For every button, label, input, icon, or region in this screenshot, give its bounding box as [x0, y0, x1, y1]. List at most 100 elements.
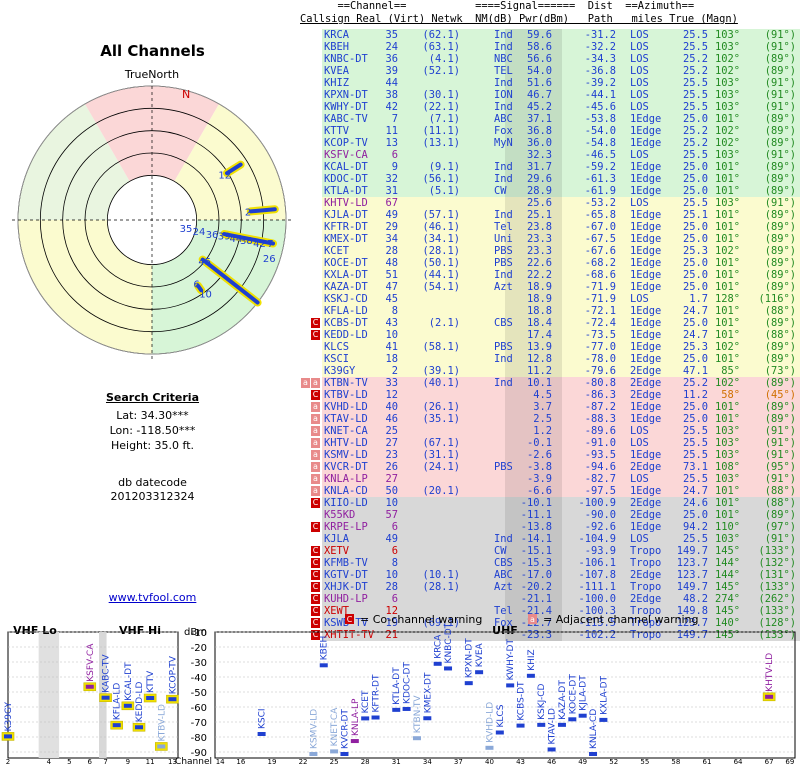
- table-row[interactable]: KCAL-DT 9 (9.1) Ind 31.7 -59.2 1Edge 25.0 101° (8…: [300, 161, 800, 173]
- panel-label: VHF Lo: [13, 624, 57, 637]
- table-row[interactable]: KPXN-DT 38 (30.1) ION 46.7 -44.1 LOS 25.5 103° (9…: [300, 89, 800, 101]
- table-row[interactable]: C KGTV-DT 10 (10.1) ABC -17.0 -107.8 2Edge 123.7…: [300, 569, 800, 581]
- cell-call: KGTV-DT: [324, 569, 368, 581]
- cell-pwr: -46.5: [584, 149, 616, 161]
- cell-virt: (52.1): [422, 65, 460, 77]
- cell-pwr: -53.2: [584, 197, 616, 209]
- cell-pwr: -97.5: [584, 485, 616, 497]
- cell-nm: 51.6: [526, 77, 552, 89]
- y-tick-label: -50: [191, 688, 207, 699]
- cell-net: Azt: [494, 281, 513, 293]
- cell-az: 102°: [714, 245, 740, 257]
- table-row[interactable]: C KIIO-LD 10 -10.1 -100.9 2Edge 24.6 101° (88°): [300, 497, 800, 509]
- table-row[interactable]: KABC-TV 7 (7.1) ABC 37.1 -53.8 1Edge 25.0 101° (8…: [300, 113, 800, 125]
- table-row[interactable]: KSFV-CA 6 32.3 -46.5 LOS 25.5 103° (91°): [300, 149, 800, 161]
- left-panel: All Channels TrueNorth N 12 2 35 24 36 39 44 38 42…: [0, 0, 305, 620]
- x-tick-label: 11: [146, 758, 155, 766]
- table-row[interactable]: KLCS 41 (58.1) PBS 13.9 -77.0 1Edge 25.3 102° (89…: [300, 341, 800, 353]
- table-row[interactable]: C KUHD-LP 6 -21.1 -100.0 2Edge 48.2 274° (262°): [300, 593, 800, 605]
- table-row[interactable]: a a KTBN-TV 33 (40.1) Ind 10.1 -80.8 2Edge 25.2 10…: [300, 377, 800, 389]
- cell-nm: 18.8: [526, 305, 552, 317]
- station-label: KCBS-DT: [517, 681, 527, 721]
- table-row[interactable]: KTTV 11 (11.1) Fox 36.8 -54.0 1Edge 25.2 102° (89…: [300, 125, 800, 137]
- cell-call: KWHY-DT: [324, 101, 368, 113]
- adjacent-warning-icon: a: [311, 414, 320, 424]
- table-row[interactable]: KTLA-DT 31 (5.1) CW 28.9 -61.9 1Edge 25.0 101° (8…: [300, 185, 800, 197]
- table-row[interactable]: a KNLA-LP 27 -3.9 -82.7 LOS 25.5 103° (91°): [300, 473, 800, 485]
- cell-call: KSFV-CA: [324, 149, 368, 161]
- table-row[interactable]: KJLA 49 Ind -14.1 -104.9 LOS 25.5 103° (91°): [300, 533, 800, 545]
- cell-dist: 25.0: [682, 401, 708, 413]
- cell-net: ABC: [494, 569, 513, 581]
- table-row[interactable]: KVEA 39 (52.1) TEL 54.0 -36.8 LOS 25.2 102° (89°): [300, 65, 800, 77]
- cell-nm: 18.9: [526, 293, 552, 305]
- table-row[interactable]: KMEX-DT 34 (34.1) Uni 23.3 -67.5 1Edge 25.0 101°…: [300, 233, 800, 245]
- radar-channel-label: 42: [253, 239, 266, 250]
- cell-path: 1Edge: [630, 449, 662, 461]
- station-bar: [4, 734, 12, 739]
- table-row[interactable]: a KNET-CA 25 1.2 -89.6 LOS 25.5 103° (91°): [300, 425, 800, 437]
- cell-az: 103°: [714, 533, 740, 545]
- table-row[interactable]: KCOP-TV 13 (13.1) MyN 36.0 -54.8 1Edge 25.2 102°…: [300, 137, 800, 149]
- table-row[interactable]: C KRPE-LP 6 -13.8 -92.6 1Edge 94.2 110° (97°): [300, 521, 800, 533]
- cell-mag: (91°): [764, 149, 796, 161]
- cell-mag: (45°): [764, 389, 796, 401]
- cell-virt: (40.1): [422, 377, 460, 389]
- table-row[interactable]: KJLA-DT 49 (57.1) Ind 25.1 -65.8 1Edge 25.1 101°…: [300, 209, 800, 221]
- cell-pwr: -54.8: [584, 137, 616, 149]
- table-row[interactable]: K55KD 57 -11.1 -90.0 2Edge 25.0 101° (89°): [300, 509, 800, 521]
- cell-dist: 25.0: [682, 161, 708, 173]
- table-row[interactable]: KXLA-DT 51 (44.1) Ind 22.2 -68.6 1Edge 25.0 101°…: [300, 269, 800, 281]
- table-row[interactable]: KHTV-LD 67 25.6 -53.2 LOS 25.5 103° (91°): [300, 197, 800, 209]
- table-row[interactable]: KWHY-DT 42 (22.1) Ind 45.2 -45.6 LOS 25.5 103° (9…: [300, 101, 800, 113]
- cell-pwr: -59.2: [584, 161, 616, 173]
- x-tick-label: 46: [547, 758, 556, 766]
- panel-label: VHF Hi: [119, 624, 161, 637]
- station-label: KLCS: [496, 704, 506, 727]
- cell-net: TEL: [494, 65, 513, 77]
- table-row[interactable]: KSCI 18 Ind 12.8 -78.0 1Edge 25.0 101° (89°): [300, 353, 800, 365]
- cell-mag: (91°): [764, 29, 796, 41]
- station-bar: [135, 725, 143, 730]
- table-row[interactable]: K39GY 2 (39.1) 11.2 -79.6 2Edge 47.1 85° (73°): [300, 365, 800, 377]
- cell-az: 101°: [714, 485, 740, 497]
- table-row[interactable]: KSKJ-CD 45 18.9 -71.9 LOS 1.7 128° (116°): [300, 293, 800, 305]
- table-row[interactable]: a KTAV-LD 46 (35.1) 2.5 -88.3 1Edge 25.0 101° (89…: [300, 413, 800, 425]
- tvfool-link[interactable]: www.tvfool.com: [0, 591, 305, 604]
- table-row[interactable]: C KTBV-LD 12 4.5 -86.3 2Edge 11.2 58° (45°): [300, 389, 800, 401]
- cell-az: 101°: [714, 221, 740, 233]
- cell-call: KUHD-LP: [324, 593, 368, 605]
- table-row[interactable]: a KVCR-DT 26 (24.1) PBS -3.8 -94.6 2Edge 73.1 108…: [300, 461, 800, 473]
- cell-net: ION: [494, 89, 513, 101]
- table-row[interactable]: C KCBS-DT 43 (2.1) CBS 18.4 -72.4 1Edge 25.0 101°…: [300, 317, 800, 329]
- x-tick-label: 14: [216, 758, 225, 766]
- station-label: KNET-CA: [330, 707, 340, 747]
- cell-real: 34: [385, 233, 398, 245]
- table-row[interactable]: C KEDD-LD 10 17.4 -73.5 1Edge 24.7 101° (88°): [300, 329, 800, 341]
- cell-dist: 25.0: [682, 113, 708, 125]
- cell-mag: (133°): [758, 581, 796, 593]
- table-row[interactable]: KOCE-DT 48 (50.1) PBS 22.6 -68.2 1Edge 25.0 101°…: [300, 257, 800, 269]
- table-row[interactable]: KNBC-DT 36 (4.1) NBC 56.6 -34.3 LOS 25.2 102° (89…: [300, 53, 800, 65]
- table-row[interactable]: KRCA 35 (62.1) Ind 59.6 -31.2 LOS 25.5 103° (91°): [300, 29, 800, 41]
- cell-pwr: -68.2: [584, 257, 616, 269]
- table-row[interactable]: a KNLA-CD 50 (20.1) -6.6 -97.5 1Edge 24.7 101° (8…: [300, 485, 800, 497]
- cell-real: 38: [385, 89, 398, 101]
- station-bar: [599, 717, 608, 722]
- table-row[interactable]: KFTR-DT 29 (46.1) Tel 23.8 -67.0 1Edge 25.0 101°…: [300, 221, 800, 233]
- cell-virt: (34.1): [422, 233, 460, 245]
- table-row[interactable]: KFLA-LD 8 18.8 -72.1 1Edge 24.7 101° (88°): [300, 305, 800, 317]
- table-row[interactable]: C KFMB-TV 8 CBS -15.3 -106.1 Tropo 123.7 144° (13…: [300, 557, 800, 569]
- cell-path: Tropo: [630, 557, 662, 569]
- table-row[interactable]: KBEH 24 (63.1) Ind 58.6 -32.2 LOS 25.5 103° (91°): [300, 41, 800, 53]
- table-row[interactable]: KAZA-DT 47 (54.1) Azt 18.9 -71.9 1Edge 25.0 101°…: [300, 281, 800, 293]
- table-row[interactable]: a KSMV-LD 23 (31.1) -2.6 -93.5 1Edge 25.5 103° (9…: [300, 449, 800, 461]
- table-row[interactable]: C XHJK-DT 28 (28.1) Azt -20.2 -111.1 Tropo 149.7…: [300, 581, 800, 593]
- table-row[interactable]: KHIZ 44 Ind 51.6 -39.2 LOS 25.5 103° (91°): [300, 77, 800, 89]
- table-row[interactable]: C XETV 6 CW -15.1 -93.9 Tropo 149.7 145° (133°): [300, 545, 800, 557]
- table-row[interactable]: a KHTV-LD 27 (67.1) -0.1 -91.0 LOS 25.5 103° (91°…: [300, 437, 800, 449]
- table-row[interactable]: KDOC-DT 32 (56.1) Ind 29.6 -61.3 1Edge 25.0 101°…: [300, 173, 800, 185]
- table-row[interactable]: a KVHD-LD 40 (26.1) 3.7 -87.2 1Edge 25.0 101° (89…: [300, 401, 800, 413]
- table-row[interactable]: KCET 28 (28.1) PBS 23.3 -67.6 1Edge 25.3 102° (89…: [300, 245, 800, 257]
- station-label: KSCI: [258, 708, 268, 729]
